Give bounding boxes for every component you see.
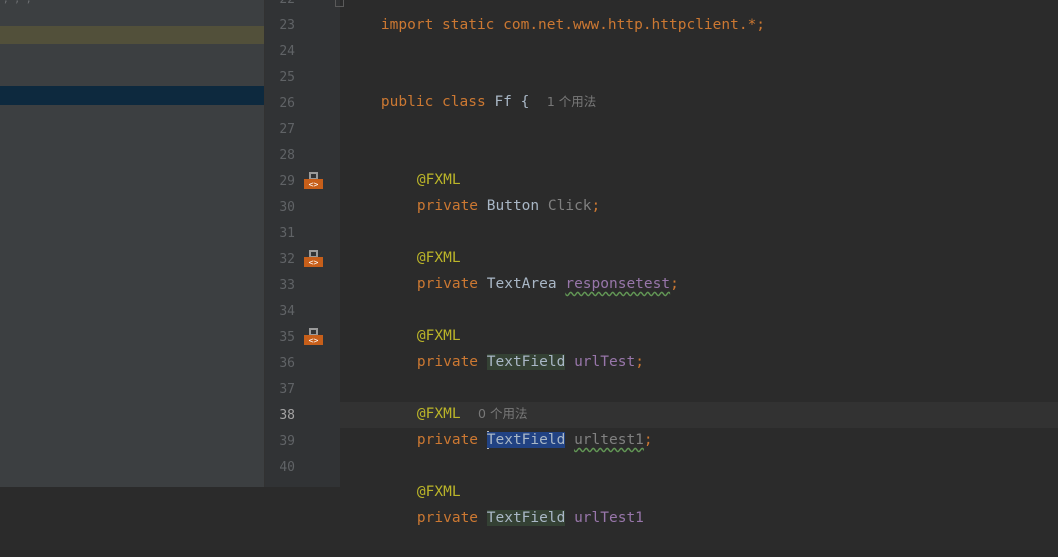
fxml-injection-icon[interactable]: <>: [303, 328, 324, 346]
class-name: Ff: [494, 94, 512, 110]
annotation-line: @FXML: [382, 141, 461, 188]
type-name: TextField: [486, 354, 566, 370]
keyword: class: [442, 94, 486, 110]
annotation-line: @FXML 0 个用法: [382, 375, 528, 422]
keyword: private: [416, 354, 479, 370]
field-name: responsetest: [565, 276, 671, 292]
field-declaration: private TextField urlTest;: [382, 323, 644, 370]
type-name: TextField: [486, 510, 566, 526]
svg-text:<>: <>: [309, 258, 319, 267]
line-number: 32: [279, 252, 295, 267]
field-name: urlTest1: [574, 510, 644, 526]
usage-hint[interactable]: 1 个用法: [547, 94, 596, 109]
line-number: 23: [279, 18, 295, 33]
sidebar-selected-row[interactable]: [0, 86, 264, 105]
line-number: 33: [279, 278, 295, 293]
field-declaration: private TextArea responsetest;: [382, 245, 679, 292]
type-name: Button: [486, 198, 540, 214]
keyword: private: [416, 432, 479, 448]
type-name-selected[interactable]: TextField: [486, 432, 566, 448]
line-number-current: 38: [279, 408, 295, 423]
keyword: public: [380, 94, 434, 110]
field-name: Click: [547, 198, 592, 214]
sidebar-highlighted-row[interactable]: [0, 26, 264, 44]
line-number: 29: [279, 174, 295, 189]
sidebar-partial-text: ·, ·, ·,: [0, 0, 31, 6]
fold-marker-icon[interactable]: [335, 0, 344, 7]
semicolon: ;: [643, 432, 653, 448]
svg-text:<>: <>: [309, 336, 319, 345]
annotation-line: @FXML: [382, 453, 461, 500]
annotation-line: @FXML: [382, 297, 461, 344]
line-number: 27: [279, 122, 295, 137]
line-number: 24: [279, 44, 295, 59]
field-name: urlTest: [574, 354, 636, 370]
field-declaration-partial: private TextField urlTest1: [382, 479, 644, 526]
annotation-line: @FXML: [382, 219, 461, 266]
semicolon: ;: [591, 198, 601, 214]
code-editor[interactable]: import static com.net.www.http.httpclien…: [335, 0, 1058, 526]
keyword: private: [416, 198, 479, 214]
class-declaration: public class Ff { 1 个用法: [346, 63, 596, 110]
svg-text:<>: <>: [309, 180, 319, 189]
brace: {: [520, 94, 530, 110]
field-declaration-current: private TextField urltest1;: [382, 401, 653, 449]
line-number: 25: [279, 70, 295, 85]
project-sidebar: ·, ·, ·,: [0, 0, 265, 487]
keyword: private: [416, 510, 479, 526]
line-number: 39: [279, 434, 295, 449]
line-number: 40: [279, 460, 295, 475]
line-number: 30: [279, 200, 295, 215]
type-name: TextArea: [486, 276, 557, 292]
line-number: 28: [279, 148, 295, 163]
line-number-gutter: 22 23 24 25 26 27 28 29 30 31 32 33 34 3…: [265, 0, 340, 487]
fxml-injection-icon[interactable]: <>: [303, 250, 324, 268]
field-declaration: private Button Click;: [382, 167, 600, 214]
import-statement: import static com.net.www.http.httpclien…: [380, 17, 766, 33]
fxml-injection-icon[interactable]: <>: [303, 172, 324, 190]
line-number: 35: [279, 330, 295, 345]
line-number: 22: [265, 0, 295, 13]
field-name: urltest1: [574, 432, 644, 448]
keyword: private: [416, 276, 479, 292]
semicolon: ;: [670, 276, 679, 292]
line-number: 37: [279, 382, 295, 397]
import-line: import static com.net.www.http.httpclien…: [346, 0, 765, 33]
line-number: 34: [279, 304, 295, 319]
semicolon: ;: [635, 354, 644, 370]
line-number: 36: [279, 356, 295, 371]
line-number: 31: [279, 226, 295, 241]
line-number: 26: [279, 96, 295, 111]
